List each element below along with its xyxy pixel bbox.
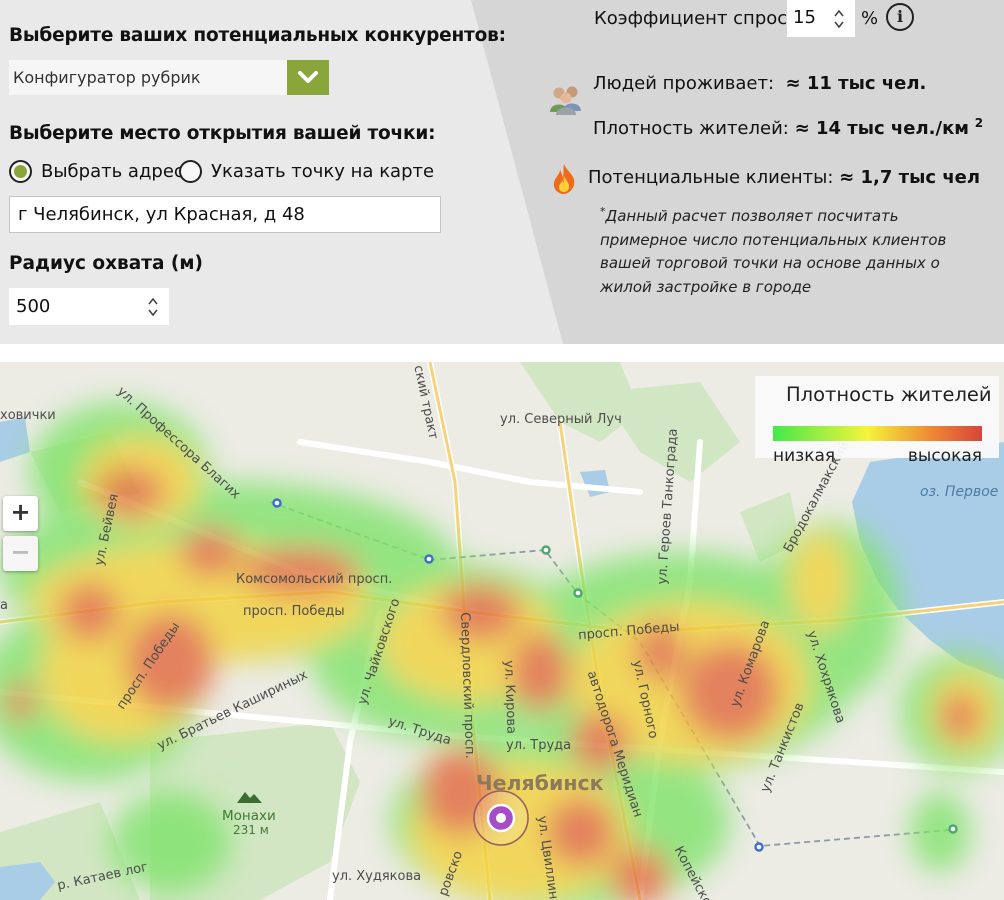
radius-label: Радиус охвата (м) <box>9 253 203 274</box>
legend-title: Плотность жителей <box>786 383 992 406</box>
info-icon[interactable]: i <box>886 3 914 31</box>
demand-spin-icon[interactable] <box>833 8 845 30</box>
radio-map-point-label: Указать точку на карте <box>211 160 435 182</box>
legend-gradient <box>773 426 982 441</box>
density-power: 2 <box>974 116 984 130</box>
density-stat: Плотность жителей: ≈ 14 тыс чел./км 2 <box>593 116 983 139</box>
street-label: Комсомольский просп. <box>236 572 393 587</box>
density-legend: Плотность жителей низкая высокая <box>755 376 999 466</box>
competitors-label: Выберите ваших потенциальных конкурентов… <box>9 25 506 46</box>
density-map[interactable]: ский тракт ул. Северный Луч ул. Профессо… <box>0 362 1004 900</box>
calc-note: *Данный расчет позволяет посчитать приме… <box>600 200 985 299</box>
rubric-dropdown-button[interactable] <box>287 60 329 95</box>
zoom-out-button[interactable]: − <box>3 536 38 571</box>
clients-stat: Потенциальные клиенты: ≈ 1,7 тыс чел <box>588 167 980 188</box>
demand-stepper[interactable]: 15 <box>787 0 855 37</box>
city-label: Челябинск <box>476 771 604 795</box>
street-label: ул. Кирова <box>501 660 519 735</box>
demand-unit: % <box>861 8 879 29</box>
lake-label: оз. Первое <box>920 484 999 500</box>
location-label: Выберите место открытия вашей точки: <box>9 123 436 144</box>
street-label: ул. Северный Луч <box>500 412 622 427</box>
clients-label: Потенциальные клиенты: <box>588 167 834 188</box>
legend-low: низкая <box>773 446 836 466</box>
street-label: ховички <box>0 408 56 423</box>
legend-high: высокая <box>907 446 982 466</box>
note-text: Данный расчет позволяет посчитать пример… <box>600 207 947 296</box>
street-label: а <box>0 598 8 613</box>
radio-address-label: Выбрать адрес <box>41 160 184 182</box>
demand-value: 15 <box>793 7 816 28</box>
rubric-select[interactable]: Конфигуратор рубрик <box>9 60 329 95</box>
density-label: Плотность жителей: <box>593 118 789 139</box>
street-label: просп. Победы <box>243 604 345 619</box>
radius-stepper[interactable]: 500 <box>9 288 169 325</box>
chevron-down-icon <box>298 71 318 83</box>
street-label: ул. Труда <box>506 738 572 753</box>
hill-height: 231 м <box>233 823 269 837</box>
address-input[interactable]: г Челябинск, ул Красная, д 48 <box>9 196 441 233</box>
people-stat: Людей проживает: ≈ 11 тыс чел. <box>593 73 926 94</box>
fire-icon <box>553 164 575 194</box>
density-value: ≈ 14 тыс чел./км <box>794 118 969 139</box>
hill-label: Монахи <box>222 808 276 824</box>
people-label: Людей проживает: <box>593 73 775 94</box>
radio-option-map-point[interactable]: Указать точку на карте <box>179 158 434 184</box>
location-marker[interactable] <box>473 790 529 846</box>
street-label: ул. Худякова <box>332 869 422 884</box>
zoom-in-button[interactable]: + <box>3 496 38 531</box>
rubric-select-text: Конфигуратор рубрик <box>13 68 201 87</box>
settings-panel: Выберите ваших потенциальных конкурентов… <box>0 0 1004 344</box>
clients-value: ≈ 1,7 тыс чел <box>839 167 981 188</box>
radio-option-address[interactable]: Выбрать адрес <box>9 158 184 184</box>
people-icon <box>550 86 581 115</box>
radius-spin-icon[interactable] <box>147 296 159 318</box>
radius-value: 500 <box>16 296 51 317</box>
people-value: ≈ 11 тыс чел. <box>785 73 927 94</box>
radio-address[interactable] <box>9 159 32 183</box>
radio-map-point[interactable] <box>179 159 202 183</box>
demand-label: Коэффициент спроса: <box>594 8 805 29</box>
